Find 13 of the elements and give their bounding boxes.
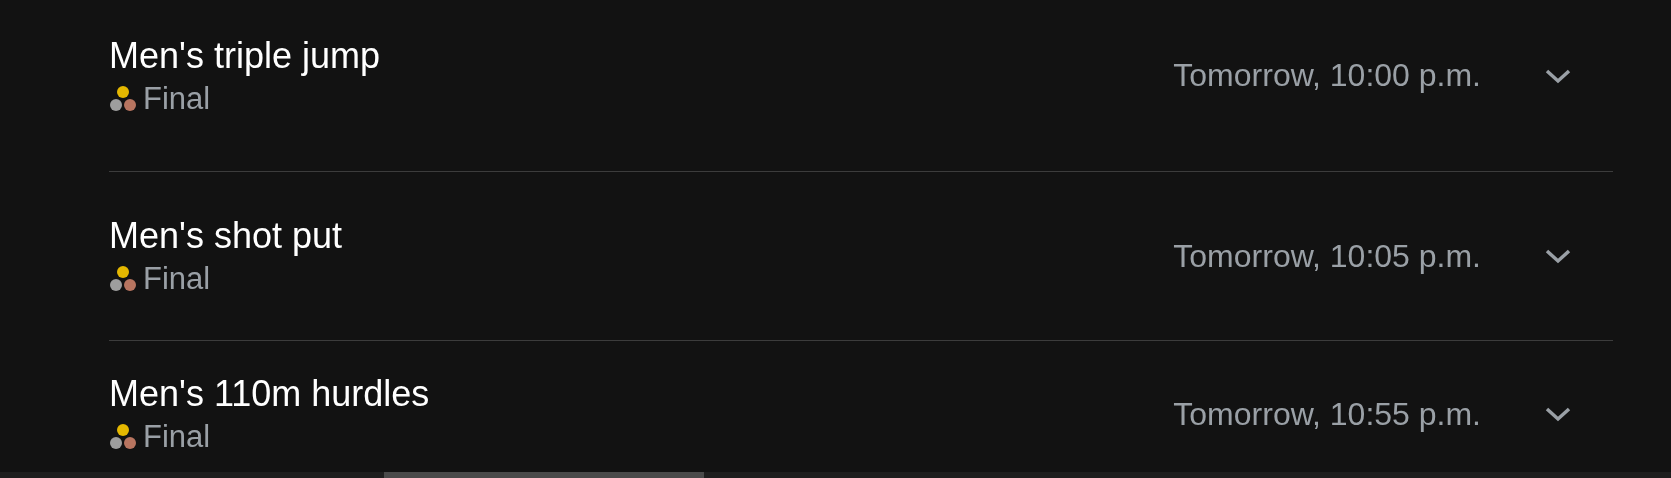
event-title: Men's 110m hurdles: [109, 373, 431, 415]
medals-icon: [109, 423, 137, 451]
event-time: Tomorrow, 10:55 p.m.: [1173, 395, 1481, 433]
medals-icon: [109, 265, 137, 293]
event-time: Tomorrow, 10:00 p.m.: [1173, 57, 1481, 94]
event-stage: Final: [143, 419, 211, 455]
medals-icon: [109, 84, 137, 113]
scrollbar-thumb[interactable]: [384, 472, 704, 478]
event-title: Men's triple jump: [109, 34, 381, 77]
event-time: Tomorrow, 10:05 p.m.: [1173, 237, 1481, 275]
event-title: Men's shot put: [109, 215, 343, 257]
event-stage: Final: [143, 80, 211, 117]
event-stage: Final: [143, 261, 211, 297]
